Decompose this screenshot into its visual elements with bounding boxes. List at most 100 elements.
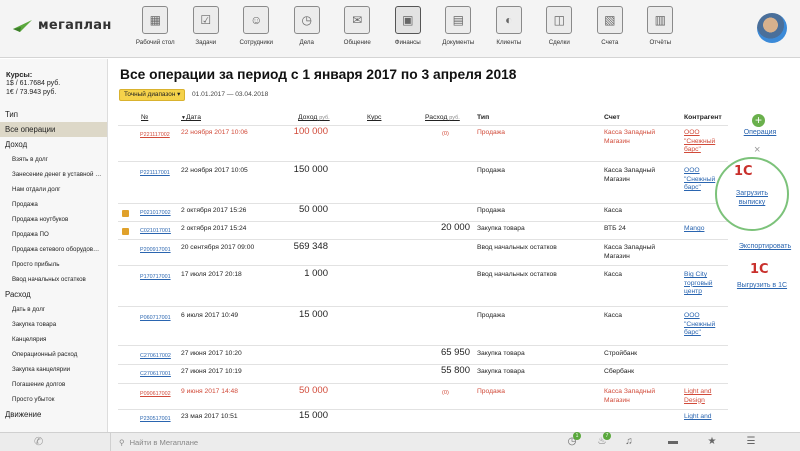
- row-divider: [118, 239, 728, 240]
- nav-label: Отчёты: [649, 39, 672, 46]
- fire-badge: 7: [603, 432, 611, 440]
- operation-code-link[interactable]: С270617002: [140, 352, 171, 361]
- fire-icon[interactable]: ♨ 7: [596, 432, 611, 448]
- megaplan-logo[interactable]: мегаплан: [12, 18, 112, 33]
- column-header-number[interactable]: №: [141, 114, 148, 121]
- nav-item-briefcase[interactable]: ◫ Сделки: [534, 6, 585, 46]
- sidebar-item-income[interactable]: Просто прибыль: [0, 257, 107, 272]
- sidebar-item-expense[interactable]: Закупка товара: [0, 317, 107, 332]
- add-operation-icon[interactable]: +: [752, 114, 765, 127]
- operation-date: 2 октября 2017 15:26: [181, 207, 247, 214]
- operation-code-link[interactable]: Р170717001: [140, 273, 171, 282]
- income-unit: руб.: [319, 115, 330, 121]
- upload-statement-link[interactable]: Загрузить выписку: [727, 189, 777, 207]
- column-header-rate[interactable]: Курс: [367, 114, 381, 121]
- sidebar-item-income[interactable]: Продажа ПО: [0, 227, 107, 242]
- sidebar-item-income[interactable]: Занесение денег в уставной …: [0, 167, 107, 182]
- operation-type: Продажа: [477, 388, 505, 395]
- search-input[interactable]: Найти в Мегаплане: [130, 433, 199, 451]
- clock-icon: ◷: [293, 6, 320, 34]
- nav-label: Рабочий стол: [135, 39, 175, 46]
- operation-type: Продажа: [477, 312, 505, 319]
- operation-code-link[interactable]: С270617001: [140, 370, 171, 379]
- column-header-date-label: Дата: [185, 114, 202, 121]
- row-divider: [118, 265, 728, 266]
- sidebar-heading-expense: Расход: [5, 290, 31, 299]
- operation-contractor-link[interactable]: ООО "Снежный барс": [684, 312, 726, 338]
- operation-type: Закупка товара: [477, 225, 525, 232]
- 1c-export-icon: 1С: [750, 262, 769, 277]
- sidebar-item-income[interactable]: Продажа: [0, 197, 107, 212]
- column-header-date[interactable]: ▼Дата: [181, 114, 201, 121]
- operation-code-link[interactable]: Р060717001: [140, 314, 171, 323]
- star-icon[interactable]: ★: [706, 436, 718, 448]
- nav-item-chat[interactable]: ✉ Общение: [332, 6, 383, 46]
- sidebar-heading-income: Доход: [5, 140, 28, 149]
- operation-code-link[interactable]: Р090617002: [140, 390, 171, 399]
- operation-income: 15 000: [298, 410, 328, 421]
- rate-eur: 1€ / 73.943 руб.: [6, 89, 57, 96]
- operation-account: ВТБ 24: [604, 225, 626, 232]
- rates-title: Курсы:: [6, 70, 33, 79]
- date-range-dropdown[interactable]: Точный диапазон ▾: [119, 89, 186, 101]
- phone-icon[interactable]: ✆: [34, 435, 43, 448]
- invoice-icon: ▧: [596, 6, 623, 34]
- operation-date: 2 октября 2017 15:24: [181, 225, 247, 232]
- nav-item-desktop[interactable]: ▦ Рабочий стол: [130, 6, 181, 46]
- bell-icon[interactable]: ♫: [623, 436, 635, 448]
- sidebar-item-expense[interactable]: Просто убыток: [0, 392, 107, 407]
- sidebar-item-expense[interactable]: Погашение долгов: [0, 377, 107, 392]
- operation-contractor-link[interactable]: Light and Design: [684, 388, 726, 405]
- nav-item-employees[interactable]: ☺ Сотрудники: [231, 6, 282, 46]
- export-link[interactable]: Экспортировать: [735, 243, 795, 250]
- desktop-icon: ▦: [142, 6, 169, 34]
- operation-code-link[interactable]: Р021017002: [140, 209, 171, 218]
- operation-type: Ввод начальных остатков: [477, 271, 557, 278]
- nav-item-clock[interactable]: ◷ Дела: [282, 6, 333, 46]
- close-icon[interactable]: ×: [754, 144, 760, 156]
- sidebar-item-all-operations[interactable]: Все операции: [0, 122, 107, 137]
- column-header-expense-label: Расход: [425, 114, 448, 121]
- operation-code-link[interactable]: С021017001: [140, 227, 171, 236]
- expense-unit: руб.: [449, 115, 460, 121]
- sidebar-item-income[interactable]: Ввод начальных остатков: [0, 272, 107, 287]
- column-header-income-label: Доход: [298, 114, 318, 121]
- sidebar-heading-type: Тип: [5, 110, 18, 119]
- nav-item-reports[interactable]: ▥ Отчёты: [635, 6, 686, 46]
- nav-item-invoice[interactable]: ▧ Счета: [585, 6, 636, 46]
- list-icon[interactable]: ☰: [745, 436, 757, 448]
- operation-contractor-link[interactable]: ООО "Снежный барс": [684, 129, 726, 155]
- sidebar-item-income[interactable]: Взять в долг: [0, 152, 107, 167]
- operation-contractor-link[interactable]: Light and: [684, 413, 726, 422]
- operation-code-link[interactable]: Р221117001: [140, 169, 170, 178]
- operation-code-link[interactable]: Р221117002: [140, 131, 170, 140]
- sidebar-item-expense[interactable]: Закупка канцелярии: [0, 362, 107, 377]
- operation-contractor-link[interactable]: Mango: [684, 225, 726, 234]
- operation-contractor-link[interactable]: Big City торговый центр: [684, 271, 726, 297]
- header-divider: [118, 125, 728, 126]
- operation-link[interactable]: Операция: [740, 129, 780, 136]
- sidebar-item-income[interactable]: Продажа ноутбуков: [0, 212, 107, 227]
- search-field[interactable]: ⚲ Найти в Мегаплане: [110, 433, 198, 451]
- operation-code-link[interactable]: Р200917001: [140, 246, 171, 255]
- operation-account: Касса Западный Магазин: [604, 388, 656, 404]
- nav-item-folder[interactable]: ▤ Документы: [433, 6, 484, 46]
- avatar[interactable]: [757, 13, 787, 43]
- nav-item-safe[interactable]: ▣ Финансы: [383, 6, 434, 46]
- column-header-income[interactable]: Доход руб.: [298, 114, 330, 121]
- messages-icon[interactable]: ▬: [667, 436, 679, 448]
- nav-item-tasks[interactable]: ☑ Задачи: [181, 6, 232, 46]
- sidebar-item-expense[interactable]: Дать в долг: [0, 302, 107, 317]
- search-icon: ⚲: [119, 438, 125, 447]
- column-header-expense[interactable]: Расход руб.: [425, 114, 460, 121]
- sidebar-item-income[interactable]: Продажа сетевого оборудов…: [0, 242, 107, 257]
- sidebar-item-expense[interactable]: Операционный расход: [0, 347, 107, 362]
- sidebar-item-expense[interactable]: Канцелярия: [0, 332, 107, 347]
- nav-label: Клиенты: [496, 39, 522, 46]
- chat-icon: ✉: [344, 6, 371, 34]
- timer-icon[interactable]: ◷ 1: [566, 432, 581, 448]
- export-to-1c-link[interactable]: Выгрузить в 1С: [732, 282, 792, 289]
- sidebar-item-income[interactable]: Нам отдали долг: [0, 182, 107, 197]
- operation-code-link[interactable]: Р230517001: [140, 415, 171, 424]
- nav-item-clients[interactable]: ◐ Клиенты: [484, 6, 535, 46]
